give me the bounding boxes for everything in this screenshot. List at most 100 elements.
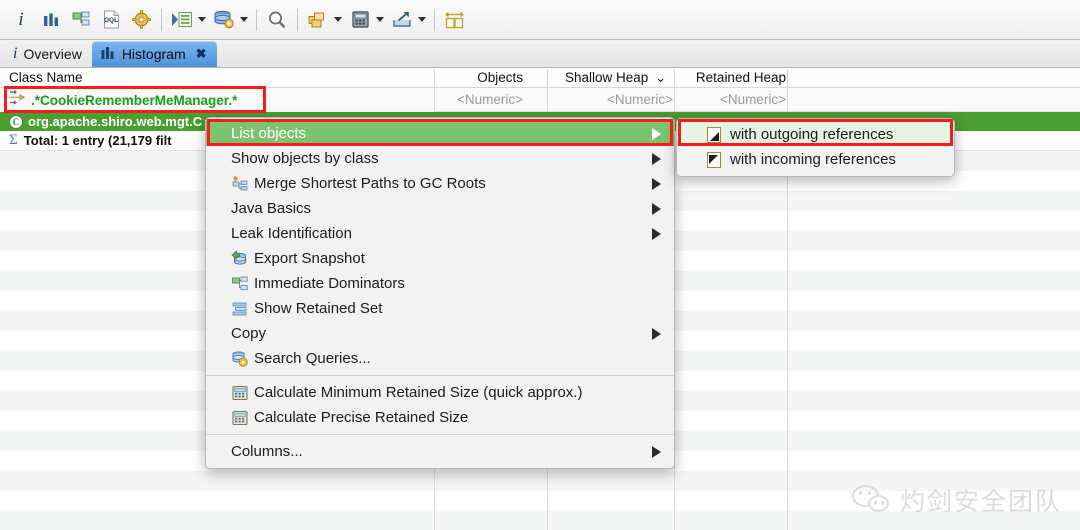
filter-retained-heap[interactable]: <Numeric> <box>720 88 786 112</box>
menu-separator <box>206 434 674 435</box>
toolbar-separator-3 <box>297 8 298 31</box>
body-column-divider <box>787 151 788 530</box>
group-by-group[interactable] <box>303 5 345 35</box>
tab-histogram-label: Histogram <box>121 46 186 62</box>
menu-item-label: Calculate Minimum Retained Size (quick a… <box>254 384 583 401</box>
dominator-tree-glyph <box>72 11 89 25</box>
group-by-icon[interactable] <box>303 5 333 35</box>
calculator-icon[interactable] <box>345 5 375 35</box>
database-gear-glyph <box>214 10 234 29</box>
menu-item-label: Search Queries... <box>254 350 371 367</box>
menu-item-label: List objects <box>231 125 307 142</box>
query-browser-group[interactable] <box>209 5 251 35</box>
column-header-shallow-heap[interactable]: Shallow Heap ⌄ <box>565 68 666 88</box>
tab-histogram[interactable]: Histogram ✖ <box>91 41 217 67</box>
menu-item-java-basics[interactable]: Java Basics <box>206 196 674 221</box>
toolbar-separator <box>161 8 162 31</box>
submenu-item-label: with incoming references <box>730 151 896 168</box>
menu-item-calculate-precise-retained-size[interactable]: Calculate Precise Retained Size <box>206 405 674 430</box>
info-icon[interactable]: i <box>6 5 36 35</box>
menu-item-label: Show Retained Set <box>254 300 383 317</box>
svg-text:OQL: OQL <box>103 17 117 24</box>
submenu-arrow-icon <box>652 202 661 215</box>
column-header-retained-heap[interactable]: Retained Heap <box>696 68 786 88</box>
thread-overview-group[interactable] <box>167 5 209 35</box>
toolbar-separator-2 <box>256 8 257 31</box>
menu-item-search-queries[interactable]: Search Queries... <box>206 346 674 371</box>
mat-histogram-window: i OQL i Overview Histogram ✖ Class Name … <box>0 0 1080 530</box>
submenu-arrow-icon <box>652 227 661 240</box>
histogram-icon[interactable] <box>36 5 66 35</box>
column-divider[interactable] <box>674 69 675 87</box>
submenu-arrow-icon <box>652 152 661 165</box>
compare-glyph <box>444 11 465 28</box>
submenu-item-with-outgoing-references[interactable]: with outgoing references <box>677 122 954 147</box>
calculator-icon <box>231 409 248 426</box>
dominator-tree-icon[interactable] <box>66 5 96 35</box>
menu-item-label: Immediate Dominators <box>254 275 405 292</box>
retained-set-icon <box>231 300 248 317</box>
run-expert-system-icon[interactable] <box>126 5 156 35</box>
menu-item-merge-shortest-paths[interactable]: Merge Shortest Paths to GC Roots <box>206 171 674 196</box>
column-divider[interactable] <box>547 69 548 87</box>
export-arrow-glyph <box>392 11 411 27</box>
thread-overview-icon[interactable] <box>167 5 197 35</box>
histogram-icon <box>101 46 116 63</box>
menu-item-label: Merge Shortest Paths to GC Roots <box>254 175 486 192</box>
sum-icon: Σ <box>9 132 18 148</box>
calculator-group[interactable] <box>345 5 387 35</box>
menu-item-immediate-dominators[interactable]: Immediate Dominators <box>206 271 674 296</box>
column-divider[interactable] <box>787 69 788 87</box>
group-by-glyph <box>308 12 324 27</box>
submenu-item-with-incoming-references[interactable]: with incoming references <box>677 147 954 172</box>
regex-filter-row[interactable]: .*CookieRememberMeManager.* <box>0 88 434 112</box>
compare-icon[interactable] <box>440 5 470 35</box>
info-icon: i <box>13 45 18 62</box>
menu-item-copy[interactable]: Copy <box>206 321 674 346</box>
export-dropdown-caret[interactable] <box>418 17 426 22</box>
tab-overview[interactable]: i Overview <box>4 41 92 67</box>
context-menu: List objects Show objects by class Merge… <box>205 117 675 469</box>
column-header-shallow-heap-label: Shallow Heap <box>565 70 649 85</box>
filter-objects[interactable]: <Numeric> <box>457 88 523 112</box>
incoming-refs-icon <box>707 151 721 168</box>
column-divider[interactable] <box>434 69 435 87</box>
dominators-icon <box>231 275 248 292</box>
calculator-glyph <box>351 11 369 28</box>
query-browser-icon[interactable] <box>209 5 239 35</box>
editor-tab-bar: i Overview Histogram ✖ <box>0 40 1080 68</box>
menu-item-leak-identification[interactable]: Leak Identification <box>206 221 674 246</box>
find-icon[interactable] <box>262 5 292 35</box>
menu-item-export-snapshot[interactable]: Export Snapshot <box>206 246 674 271</box>
close-icon[interactable]: ✖ <box>196 46 207 62</box>
calculator-dropdown-caret[interactable] <box>376 17 384 22</box>
menu-item-label: Columns... <box>231 443 303 460</box>
column-header-objects[interactable]: Objects <box>477 68 523 88</box>
oql-glyph: OQL <box>103 10 119 29</box>
main-toolbar: i OQL <box>0 0 1080 40</box>
filter-shallow-heap[interactable]: <Numeric> <box>607 88 673 112</box>
export-group[interactable] <box>387 5 429 35</box>
query-browser-dropdown-caret[interactable] <box>240 17 248 22</box>
menu-item-label: Leak Identification <box>231 225 352 242</box>
menu-item-list-objects[interactable]: List objects <box>206 121 674 146</box>
submenu-arrow-icon <box>652 177 661 190</box>
filter-divider <box>547 88 548 112</box>
total-row-text: Total: 1 entry (21,179 filt <box>23 133 172 148</box>
menu-item-columns[interactable]: Columns... <box>206 439 674 464</box>
group-by-dropdown-caret[interactable] <box>334 17 342 22</box>
column-header-class-name[interactable]: Class Name <box>9 68 83 88</box>
filter-divider <box>787 88 788 112</box>
export-icon[interactable] <box>387 5 417 35</box>
tab-overview-label: Overview <box>23 46 82 62</box>
menu-item-show-retained-set[interactable]: Show Retained Set <box>206 296 674 321</box>
thread-overview-dropdown-caret[interactable] <box>198 17 206 22</box>
histogram-glyph <box>44 13 58 26</box>
watermark-text: 灼剑安全团队 <box>899 487 1062 516</box>
menu-item-calculate-minimum-retained-size[interactable]: Calculate Minimum Retained Size (quick a… <box>206 380 674 405</box>
menu-item-label: Export Snapshot <box>254 250 365 267</box>
regex-filter-icon <box>8 89 26 111</box>
menu-item-show-objects-by-class[interactable]: Show objects by class <box>206 146 674 171</box>
oql-icon[interactable]: OQL <box>96 5 126 35</box>
menu-item-label: Java Basics <box>231 200 312 217</box>
